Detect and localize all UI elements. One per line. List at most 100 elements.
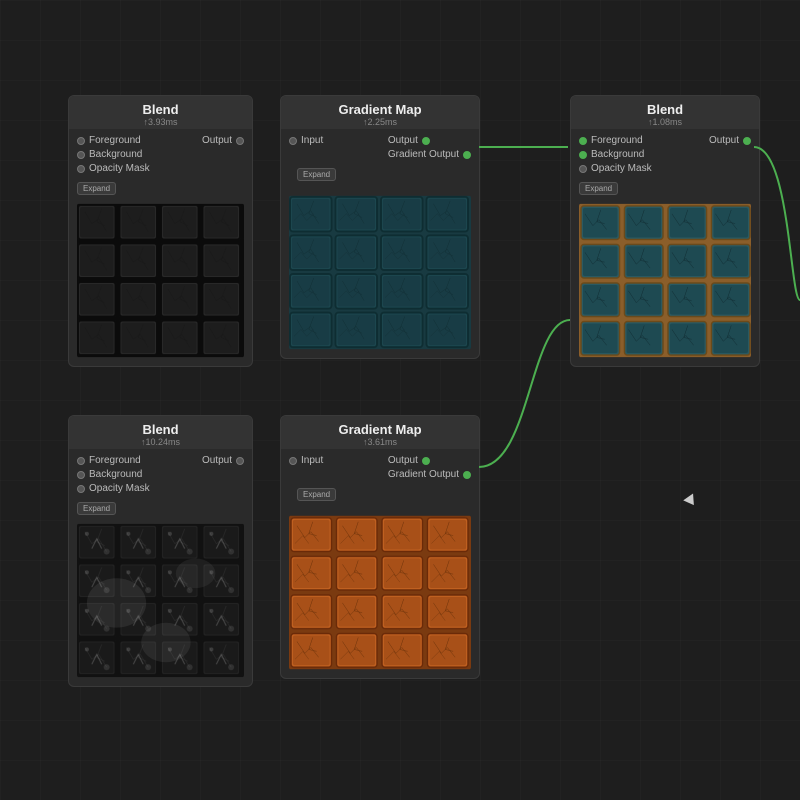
blend3-background-port: Background <box>579 149 652 160</box>
gradient-map2-header: Gradient Map ↑3.61ms <box>281 416 479 449</box>
gradient-map2-ports: Input Output Gradient Output <box>281 449 479 484</box>
blend3-opacity-dot <box>579 165 587 173</box>
blend3-output-port: Output <box>709 135 751 146</box>
blend2-ports-right: Output <box>202 455 244 494</box>
gradient-map2-title: Gradient Map <box>291 422 469 437</box>
blend3-output-dot <box>743 137 751 145</box>
blend3-foreground-dot <box>579 137 587 145</box>
blend2-background-port: Background <box>77 469 150 480</box>
blend1-ports-left: Foreground Background Opacity Mask <box>77 135 150 174</box>
gradient-map2-preview <box>289 515 471 670</box>
gradient-map2-input-port: Input <box>289 455 323 466</box>
gradient-map1-gradient-port: Gradient Output <box>388 149 471 160</box>
gradient-map1-output-label: Output <box>388 135 418 146</box>
blend3-expand-btn[interactable]: Expand <box>579 182 618 195</box>
blend2-header: Blend ↑10.24ms <box>69 416 252 449</box>
blend2-opacity-port: Opacity Mask <box>77 483 150 494</box>
blend1-header: Blend ↑3.93ms <box>69 96 252 129</box>
blend3-opacity-label: Opacity Mask <box>591 163 652 174</box>
blend1-title: Blend <box>79 102 242 117</box>
blend2-output-label: Output <box>202 455 232 466</box>
blend1-opacity-label: Opacity Mask <box>89 163 150 174</box>
blend2-foreground-dot <box>77 457 85 465</box>
blend3-header: Blend ↑1.08ms <box>571 96 759 129</box>
blend3-background-dot <box>579 151 587 159</box>
gradient-map1-output-dot <box>422 137 430 145</box>
blend3-foreground-port: Foreground <box>579 135 652 146</box>
gradient-map2-gradient-label: Gradient Output <box>388 469 459 480</box>
gradient-map2-time: ↑3.61ms <box>291 437 469 447</box>
gradient-map2-input-label: Input <box>301 455 323 466</box>
gradient-map1-gradient-dot <box>463 151 471 159</box>
gradient-map2-output-dot <box>422 457 430 465</box>
gradient-map1-header: Gradient Map ↑2.25ms <box>281 96 479 129</box>
blend3-title: Blend <box>581 102 749 117</box>
connection-gm2-b3-background <box>479 320 570 467</box>
gradient-map2-gradient-port: Gradient Output <box>388 469 471 480</box>
blend3-preview <box>579 203 751 358</box>
blend2-output-dot <box>236 457 244 465</box>
blend2-node: Blend ↑10.24ms Foreground Background Opa… <box>68 415 253 687</box>
blend2-opacity-dot <box>77 485 85 493</box>
gradient-map1-input-label: Input <box>301 135 323 146</box>
blend2-foreground-port: Foreground <box>77 455 150 466</box>
blend2-ports: Foreground Background Opacity Mask Outpu… <box>69 449 252 498</box>
cursor-icon <box>683 493 699 508</box>
gradient-map1-ports: Input Output Gradient Output <box>281 129 479 164</box>
blend3-time: ↑1.08ms <box>581 117 749 127</box>
blend1-expand-btn[interactable]: Expand <box>77 182 116 195</box>
blend1-foreground-label: Foreground <box>89 135 141 146</box>
blend2-title: Blend <box>79 422 242 437</box>
blend1-foreground-port: Foreground <box>77 135 150 146</box>
blend2-output-port: Output <box>202 455 244 466</box>
blend3-ports-right: Output <box>709 135 751 174</box>
blend1-output-port: Output <box>202 135 244 146</box>
blend1-output-dot <box>236 137 244 145</box>
connection-b3-output <box>754 147 800 300</box>
blend3-ports-left: Foreground Background Opacity Mask <box>579 135 652 174</box>
gradient-map1-preview-svg <box>289 195 471 350</box>
gradient-map1-gradient-label: Gradient Output <box>388 149 459 160</box>
gradient-map1-preview <box>289 195 471 350</box>
blend3-ports: Foreground Background Opacity Mask Outpu… <box>571 129 759 178</box>
blend2-time: ↑10.24ms <box>79 437 242 447</box>
blend3-foreground-label: Foreground <box>591 135 643 146</box>
gradient-map2-ports-right: Output Gradient Output <box>388 455 471 480</box>
gradient-map1-input-port: Input <box>289 135 323 146</box>
gradient-map2-gradient-dot <box>463 471 471 479</box>
blend1-background-label: Background <box>89 149 142 160</box>
gradient-map2-node: Gradient Map ↑3.61ms Input Output Gradie… <box>280 415 480 679</box>
blend1-foreground-dot <box>77 137 85 145</box>
blend2-preview-svg <box>77 523 244 678</box>
blend3-opacity-port: Opacity Mask <box>579 163 652 174</box>
blend1-background-port: Background <box>77 149 150 160</box>
blend2-background-dot <box>77 471 85 479</box>
gradient-map2-ports-left: Input <box>289 455 323 480</box>
gradient-map1-time: ↑2.25ms <box>291 117 469 127</box>
gradient-map1-input-dot <box>289 137 297 145</box>
gradient-map2-preview-svg <box>289 515 471 670</box>
gradient-map1-expand-row: Expand <box>281 164 479 193</box>
gradient-map2-expand-btn[interactable]: Expand <box>297 488 336 501</box>
blend2-opacity-label: Opacity Mask <box>89 483 150 494</box>
blend1-node: Blend ↑3.93ms Foreground Background Opac… <box>68 95 253 367</box>
blend3-background-label: Background <box>591 149 644 160</box>
blend3-node: Blend ↑1.08ms Foreground Background Opac… <box>570 95 760 367</box>
blend2-preview <box>77 523 244 678</box>
blend3-output-label: Output <box>709 135 739 146</box>
gradient-map1-ports-left: Input <box>289 135 323 160</box>
gradient-map2-output-port: Output <box>388 455 471 466</box>
gradient-map2-expand-row: Expand <box>281 484 479 513</box>
blend2-foreground-label: Foreground <box>89 455 141 466</box>
blend2-expand-btn[interactable]: Expand <box>77 502 116 515</box>
gradient-map1-expand-btn[interactable]: Expand <box>297 168 336 181</box>
blend1-preview-svg <box>77 203 244 358</box>
blend2-ports-left: Foreground Background Opacity Mask <box>77 455 150 494</box>
blend3-preview-svg <box>579 203 751 358</box>
blend1-background-dot <box>77 151 85 159</box>
blend1-output-label: Output <box>202 135 232 146</box>
gradient-map1-title: Gradient Map <box>291 102 469 117</box>
blend1-ports-right: Output <box>202 135 244 174</box>
gradient-map1-node: Gradient Map ↑2.25ms Input Output Gradie… <box>280 95 480 359</box>
blend2-background-label: Background <box>89 469 142 480</box>
